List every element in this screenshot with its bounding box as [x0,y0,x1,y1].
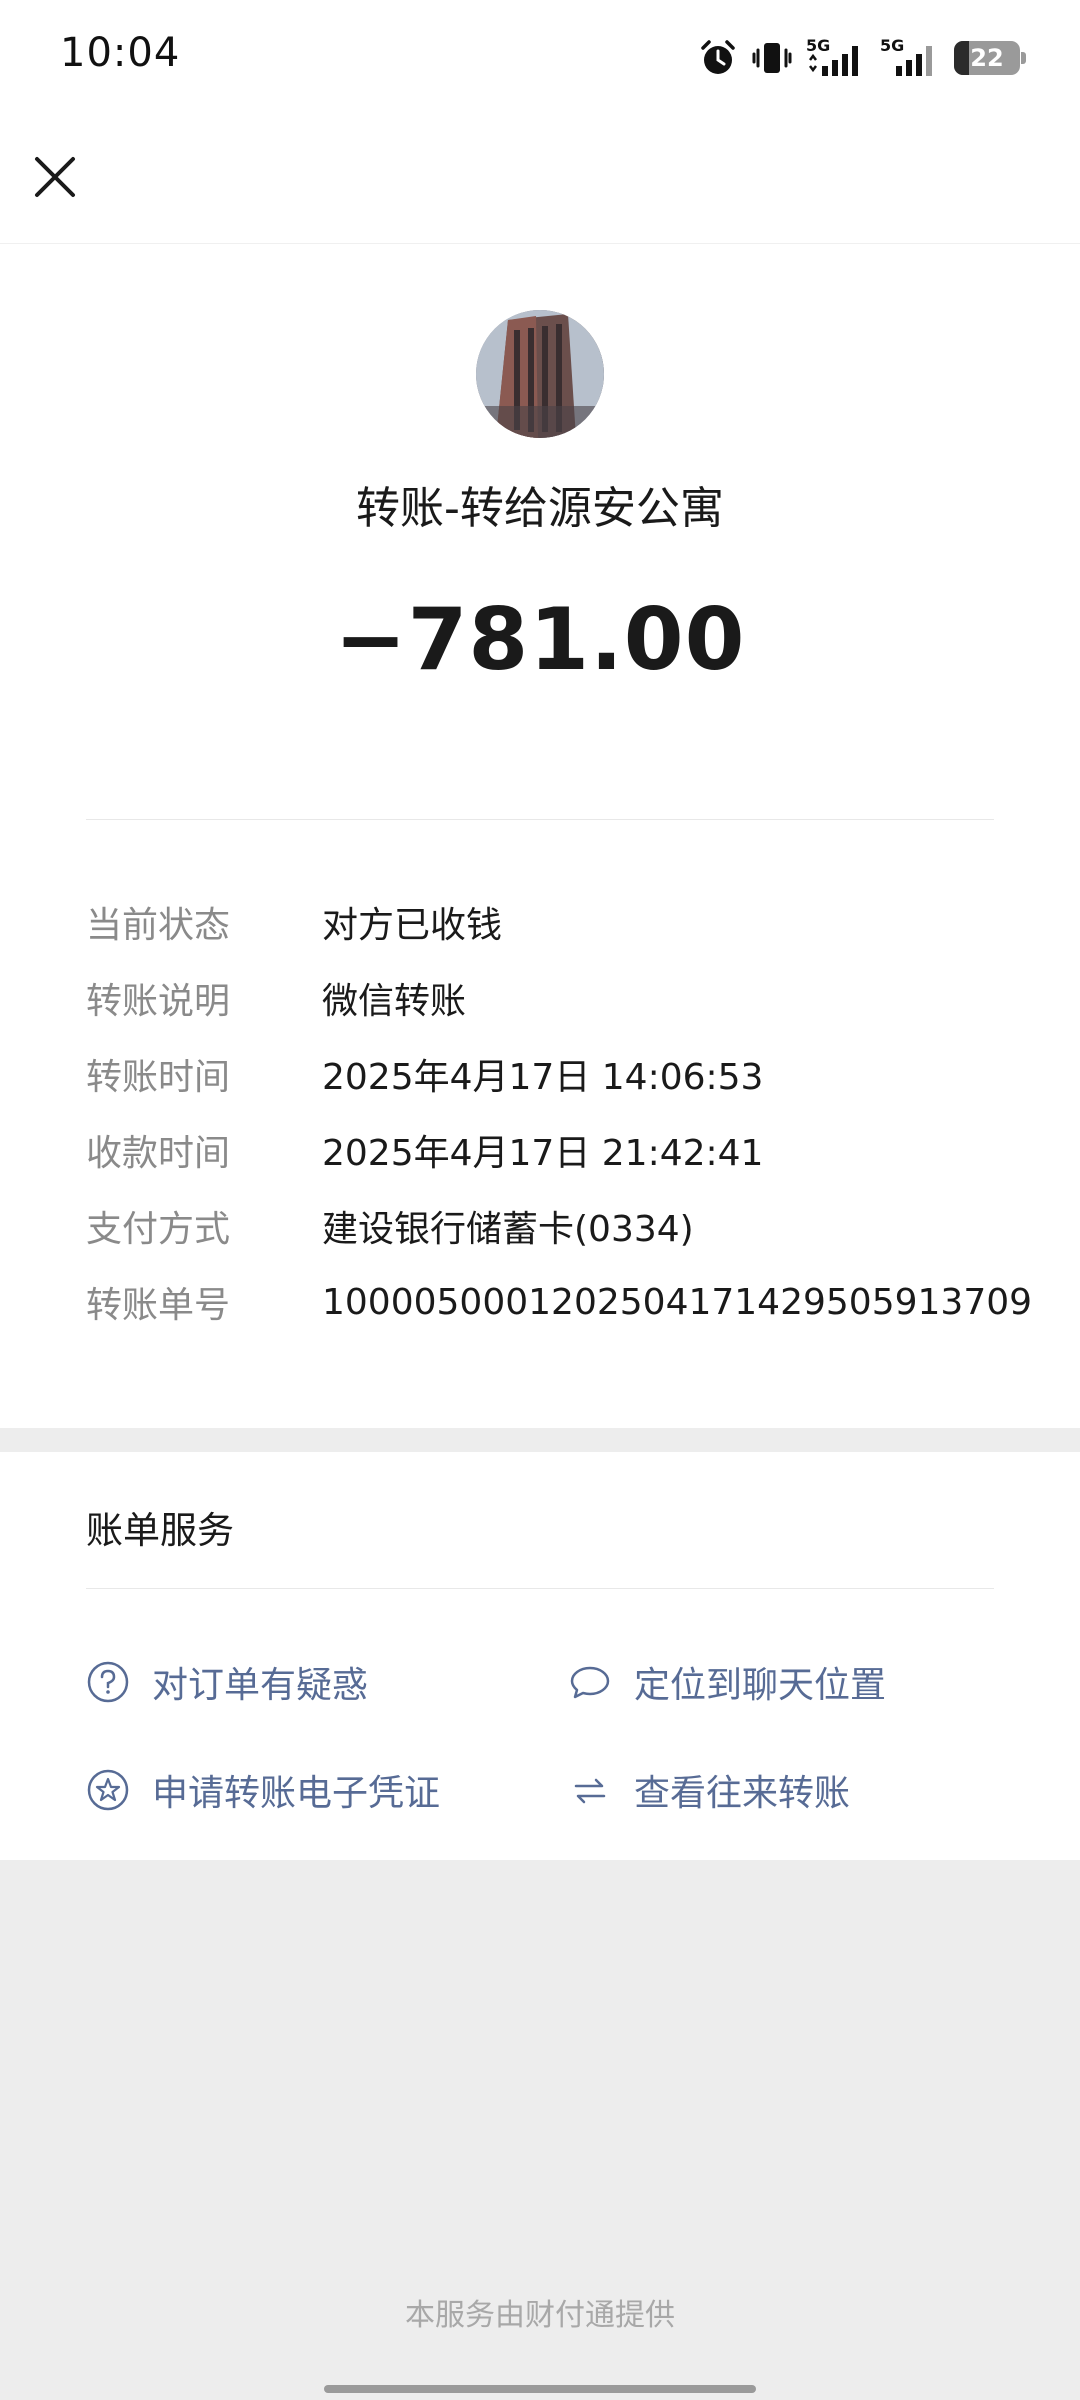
alarm-icon [698,38,738,78]
provider-footer: 本服务由财付通提供 [405,2298,675,2333]
detail-label: 支付方式 [86,1209,231,1250]
question-circle-icon [86,1660,130,1704]
service-order-question[interactable]: 对订单有疑惑 [86,1652,368,1712]
signal-5g-icon: 5G [880,36,940,80]
detail-value: 2025年4月17日 14:06:53 [322,1057,764,1098]
detail-value: 2025年4月17日 21:42:41 [322,1133,764,1174]
detail-row-transfer-time: 转账时间 2025年4月17日 14:06:53 [86,1036,1046,1112]
service-e-voucher[interactable]: 申请转账电子凭证 [86,1760,440,1820]
detail-row-payment-method: 支付方式 建设银行储蓄卡(0334) [86,1188,1046,1264]
status-time: 10:04 [60,30,181,76]
detail-row-receive-time: 收款时间 2025年4月17日 21:42:41 [86,1112,1046,1188]
service-label: 查看往来转账 [634,1773,851,1814]
home-indicator[interactable] [324,2385,756,2393]
services-title: 账单服务 [86,1509,234,1552]
battery-indicator: 22 [954,41,1026,75]
avatar[interactable] [476,310,604,438]
service-label: 定位到聊天位置 [634,1665,887,1706]
divider [86,819,994,820]
detail-row-status: 当前状态 对方已收钱 [86,884,1046,960]
detail-row-order-number: 转账单号 1000050001202504171429505913709 [86,1264,1046,1340]
details-list: 当前状态 对方已收钱 转账说明 微信转账 转账时间 2025年4月17日 14:… [86,884,1046,1340]
star-circle-icon [86,1768,130,1812]
status-bar: 10:04 5G 5G 22 [0,0,1080,116]
detail-value: 建设银行储蓄卡(0334) [322,1209,694,1250]
detail-row-note: 转账说明 微信转账 [86,960,1046,1036]
detail-value[interactable]: 1000050001202504171429505913709 [322,1282,1032,1323]
service-locate-chat[interactable]: 定位到聊天位置 [568,1652,886,1712]
service-label: 对订单有疑惑 [152,1665,369,1706]
divider [86,1588,994,1589]
close-icon[interactable] [28,150,82,204]
exchange-arrows-icon [568,1768,612,1812]
battery-percent: 22 [970,44,1004,72]
transfer-detail-card: 转账-转给源安公寓 −781.00 当前状态 对方已收钱 转账说明 微信转账 转… [0,244,1080,1428]
service-view-transfers[interactable]: 查看往来转账 [568,1760,850,1820]
chat-bubble-icon [568,1660,612,1704]
detail-label: 转账单号 [86,1285,231,1326]
transfer-title: 转账-转给源安公寓 [356,483,724,534]
bill-services-card: 账单服务 对订单有疑惑 定位到聊天位置 申请转账电子凭证 查看往来转账 [0,1452,1080,1860]
signal-5g-icon: 5G [806,36,866,80]
service-label: 申请转账电子凭证 [152,1773,441,1814]
battery-level [954,41,969,75]
status-icons: 5G 5G 22 [698,34,1026,82]
vibrate-icon [752,38,792,78]
nav-bar [0,116,1080,244]
detail-value: 微信转账 [322,981,467,1022]
detail-label: 转账时间 [86,1057,231,1098]
transfer-amount: −781.00 [334,590,746,690]
detail-label: 转账说明 [86,981,231,1022]
detail-label: 当前状态 [86,905,231,946]
detail-value: 对方已收钱 [322,905,503,946]
detail-label: 收款时间 [86,1133,231,1174]
